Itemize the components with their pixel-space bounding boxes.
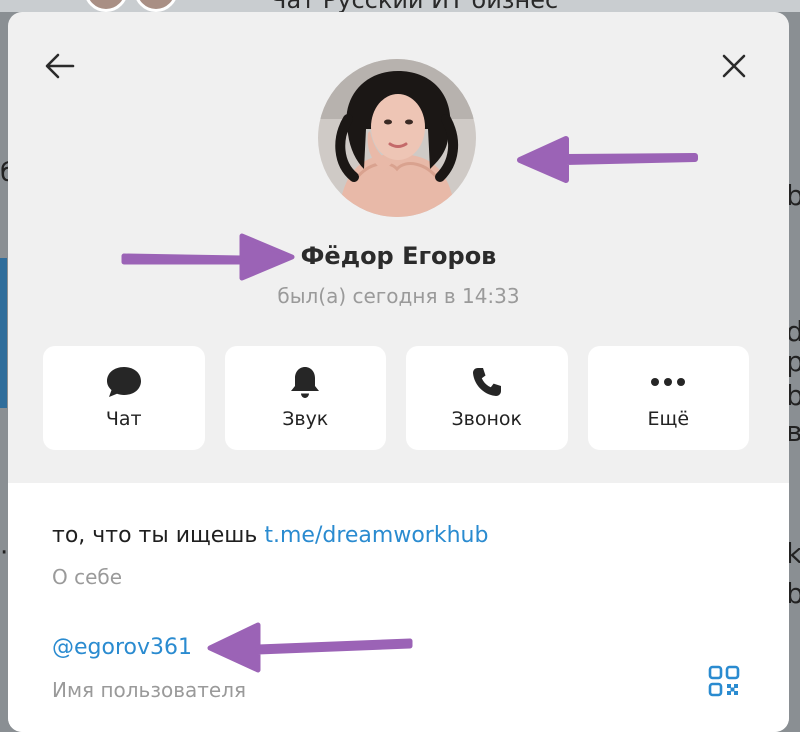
about-text: то, что ты ищешь t.me/dreamworkhub (52, 523, 488, 548)
last-seen-status: был(а) сегодня в 14:33 (277, 284, 520, 308)
username-caption: Имя пользователя (52, 678, 247, 702)
profile-name: Фёдор Егоров (300, 242, 497, 270)
bell-icon (291, 367, 320, 398)
profile-avatar[interactable] (318, 59, 476, 217)
profile-modal: Фёдор Егоров был(а) сегодня в 14:33 Чат … (8, 12, 789, 732)
profile-photo (318, 59, 476, 217)
action-label: Звонок (451, 408, 523, 430)
action-label: Ещё (647, 408, 690, 430)
chat-bubble-icon (106, 367, 141, 397)
about-caption: О себе (52, 565, 123, 589)
more-dots-icon (651, 378, 686, 386)
profile-info-section: то, что ты ищешь t.me/dreamworkhub О себ… (8, 483, 789, 732)
chat-button[interactable]: Чат (43, 346, 205, 450)
more-button[interactable]: Ещё (587, 346, 749, 450)
qr-code-button[interactable] (704, 661, 744, 701)
call-button[interactable]: Звонок (406, 346, 568, 450)
action-label: Чат (105, 408, 142, 430)
back-button[interactable] (40, 46, 80, 86)
sound-button[interactable]: Звук (224, 346, 386, 450)
close-icon (722, 54, 746, 78)
phone-icon (472, 368, 501, 396)
profile-actions: Чат Звук Звонок Ещё (43, 346, 749, 450)
about-plain-text: то, что ты ищешь (52, 523, 265, 548)
username-link[interactable]: @egorov361 (52, 635, 192, 660)
background-thumbnail (0, 258, 7, 408)
close-button[interactable] (714, 46, 754, 86)
action-label: Звук (282, 408, 329, 430)
about-link[interactable]: t.me/dreamworkhub (264, 523, 488, 548)
arrow-left-icon (45, 53, 75, 79)
qr-code-icon (708, 665, 740, 697)
